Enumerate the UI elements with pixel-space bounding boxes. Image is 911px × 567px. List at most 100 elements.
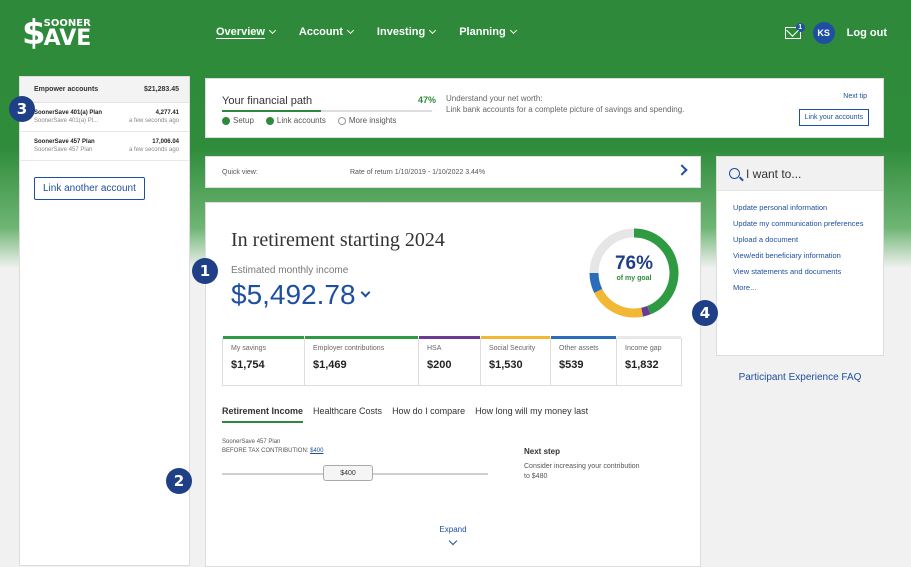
- source-value: $1,530: [489, 359, 523, 371]
- financial-path-percent: 47%: [418, 95, 437, 105]
- empty-circle-icon: [337, 116, 346, 125]
- financial-path-title: Your financial path: [222, 95, 313, 107]
- mail-icon[interactable]: 1: [784, 23, 805, 39]
- i-want-to-title: I want to...: [746, 166, 802, 181]
- account-amount: 17,006.04: [152, 139, 179, 145]
- net-worth-tip-desc: Link bank accounts for a complete pictur…: [446, 105, 685, 114]
- source-social-security[interactable]: Social Security $1,530: [481, 336, 551, 385]
- nav-account[interactable]: Account: [298, 26, 354, 38]
- nav-investing[interactable]: Investing: [376, 26, 437, 38]
- goal-percent: 76%: [614, 253, 654, 274]
- source-color-bar: [481, 336, 550, 339]
- participant-faq-link[interactable]: Participant Experience FAQ: [716, 372, 884, 383]
- accounts-header[interactable]: Empower accounts $21,283.45: [20, 77, 189, 103]
- goal-readout: 76% of my goal: [584, 253, 684, 282]
- retirement-tabs: Retirement Income Healthcare Costs How d…: [222, 406, 588, 423]
- step-link-accounts[interactable]: Link accounts: [265, 116, 326, 125]
- source-value: $1,754: [231, 359, 265, 371]
- link-your-accounts-button[interactable]: Link your accounts: [798, 109, 869, 126]
- callout-marker-3: 3: [9, 96, 35, 122]
- account-subname: SoonerSave 401(a) Pl...: [34, 118, 99, 124]
- step-label: More insights: [348, 116, 397, 125]
- source-label: Employer contributions: [313, 345, 385, 352]
- chevron-down-icon: [268, 26, 276, 35]
- nav-account-label: Account: [298, 26, 343, 38]
- source-value: $200: [427, 359, 452, 371]
- contribution-value-link[interactable]: $400: [310, 448, 323, 454]
- source-my-savings[interactable]: My savings $1,754: [223, 336, 305, 385]
- link-view-edit-beneficiary[interactable]: View/edit beneficiary information: [733, 251, 867, 260]
- goal-subtitle: of my goal: [616, 275, 652, 282]
- source-employer-contributions[interactable]: Employer contributions $1,469: [305, 336, 419, 385]
- source-other-assets[interactable]: Other assets $539: [551, 336, 617, 385]
- source-hsa[interactable]: HSA $200: [419, 336, 481, 385]
- account-subname: SoonerSave 457 Plan: [34, 147, 93, 153]
- account-item[interactable]: SoonerSave 401(a) Plan 4,277.41 SoonerSav…: [20, 103, 189, 132]
- chevron-down-icon: [346, 26, 354, 35]
- financial-path-steps: Setup Link accounts More insights: [222, 116, 396, 125]
- contribution-slider-handle[interactable]: $400: [323, 465, 373, 481]
- estimated-income-amount: $5,492.78: [231, 279, 356, 310]
- source-label: HSA: [427, 345, 442, 352]
- tab-healthcare-costs[interactable]: Healthcare Costs: [313, 406, 382, 423]
- source-value: $539: [559, 359, 584, 371]
- link-update-communication-prefs[interactable]: Update my communication preferences: [733, 219, 867, 228]
- sooner-save-logo[interactable]: $ SOONER AVE: [22, 16, 91, 50]
- source-value: $1,832: [625, 359, 659, 371]
- chevron-down-icon: [360, 287, 371, 297]
- nav-planning[interactable]: Planning: [459, 26, 517, 38]
- header-actions: 1 KS Log out: [784, 22, 887, 44]
- financial-path-progress-fill: [222, 110, 321, 112]
- search-icon: [729, 168, 740, 179]
- source-color-bar: [551, 336, 616, 339]
- source-label: Other assets: [559, 345, 599, 352]
- link-more[interactable]: More...: [733, 283, 867, 292]
- link-another-account-button[interactable]: Link another account: [34, 177, 145, 200]
- i-want-to-panel: I want to... Update personal information…: [716, 156, 884, 356]
- logo-bottom-text: AVE: [43, 26, 92, 51]
- expand-button[interactable]: Expand: [206, 525, 700, 546]
- mail-count-badge: 1: [795, 23, 805, 32]
- i-want-to-header: I want to...: [717, 157, 883, 191]
- chevron-down-icon: [448, 536, 458, 546]
- avatar[interactable]: KS: [812, 22, 835, 44]
- tab-retirement-income[interactable]: Retirement Income: [222, 406, 304, 423]
- retirement-title: In retirement starting 2024: [231, 229, 445, 251]
- source-income-gap[interactable]: Income gap $1,832: [617, 336, 681, 385]
- nav-investing-label: Investing: [376, 26, 426, 38]
- plan-name: SoonerSave 457 Plan: [222, 439, 281, 445]
- quick-view-bar[interactable]: Quick view: Rate of return 1/10/2019 - 1…: [205, 156, 701, 188]
- callout-marker-1: 1: [192, 258, 218, 284]
- link-update-personal-info[interactable]: Update personal information: [733, 203, 867, 212]
- link-upload-document[interactable]: Upload a document: [733, 235, 867, 244]
- donut-segment-hsa: [641, 305, 651, 317]
- logo-dollar-mark: $: [22, 13, 46, 53]
- accounts-panel: Empower accounts $21,283.45 SoonerSave 4…: [19, 76, 190, 566]
- source-label: Social Security: [489, 345, 536, 352]
- step-more-insights[interactable]: More insights: [337, 116, 397, 125]
- net-worth-tip-title: Understand your net worth:: [446, 94, 543, 103]
- estimated-income-label: Estimated monthly income: [231, 265, 349, 276]
- source-color-bar: [617, 336, 681, 339]
- step-label: Link accounts: [276, 116, 326, 125]
- chevron-down-icon: [429, 26, 437, 35]
- check-icon: [265, 116, 274, 125]
- estimated-income-value[interactable]: $5,492.78: [231, 279, 371, 311]
- step-setup[interactable]: Setup: [222, 116, 254, 125]
- next-tip-link[interactable]: Next tip: [843, 93, 867, 100]
- quick-view-label: Quick view:: [222, 169, 258, 176]
- account-name: SoonerSave 457 Plan: [34, 139, 95, 145]
- step-label: Setup: [233, 116, 254, 125]
- nav-overview[interactable]: Overview: [216, 26, 276, 38]
- callout-marker-4: 4: [692, 300, 718, 326]
- donut-segment-social-security: [594, 288, 644, 318]
- chevron-right-icon[interactable]: [676, 164, 688, 176]
- logout-link[interactable]: Log out: [847, 27, 887, 39]
- link-view-statements[interactable]: View statements and documents: [733, 267, 867, 276]
- nav-overview-label: Overview: [216, 26, 265, 38]
- source-color-bar: [419, 336, 480, 339]
- account-item[interactable]: SoonerSave 457 Plan 17,006.04 SoonerSave …: [20, 132, 189, 161]
- next-step: Next step Consider increasing your contr…: [524, 447, 644, 482]
- tab-how-long-money-last[interactable]: How long will my money last: [475, 406, 588, 423]
- tab-how-do-i-compare[interactable]: How do I compare: [392, 406, 465, 423]
